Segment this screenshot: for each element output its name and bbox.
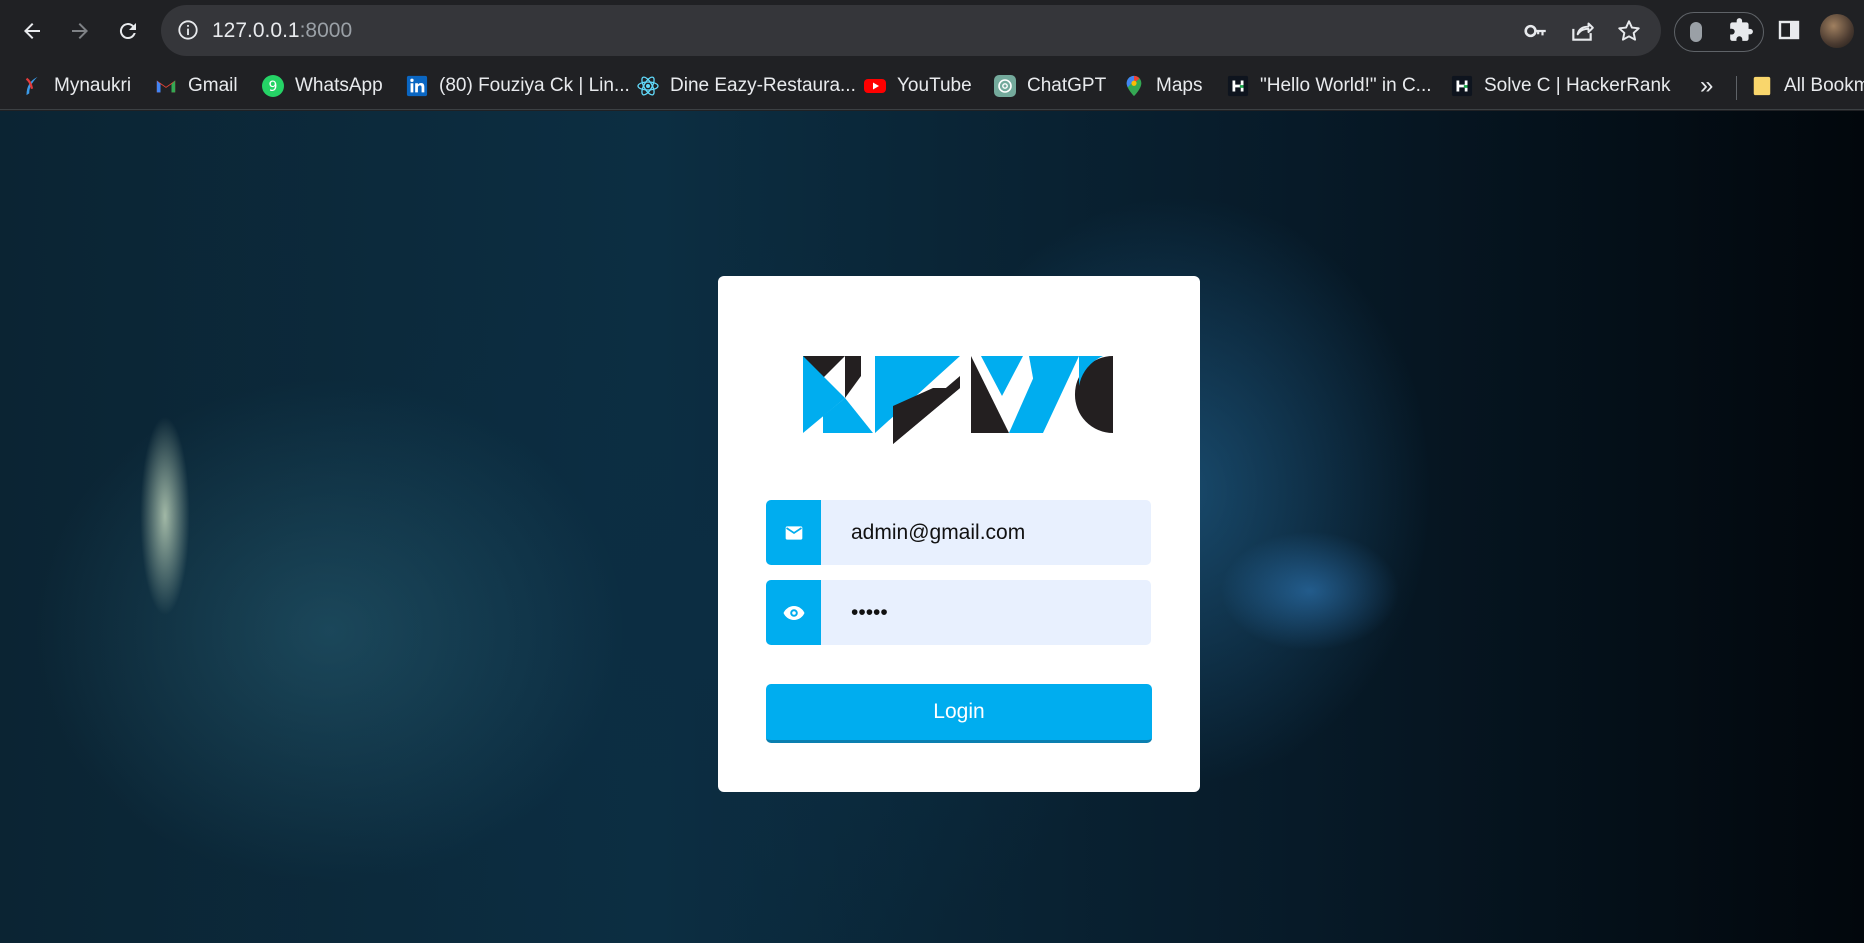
folder-icon: [1750, 74, 1774, 98]
bookmark-label: YouTube: [897, 75, 972, 96]
bookmark-label: Gmail: [188, 75, 238, 96]
share-icon[interactable]: [1569, 18, 1595, 44]
background-light: [1220, 531, 1400, 651]
bookmark-label: (80) Fouziya Ck | Lin...: [439, 75, 630, 96]
bookmark-maps[interactable]: Maps: [1122, 71, 1202, 101]
puzzle-icon: [1730, 18, 1753, 41]
linkedin-icon: [405, 74, 429, 98]
youtube-icon: [863, 74, 887, 98]
bookmark-gmail[interactable]: Gmail: [154, 71, 238, 101]
bookmark-label: Maps: [1156, 75, 1203, 96]
url-port: :8000: [299, 19, 353, 42]
bookmarks-bar: Mynaukri Gmail 9 WhatsApp (80) Fouziya C…: [0, 62, 1864, 110]
url-text: 127.0.0.1:8000: [212, 19, 352, 43]
password-input[interactable]: [851, 580, 1141, 645]
bookmark-label: Solve C | HackerRank: [1484, 75, 1671, 96]
profile-avatar[interactable]: [1820, 14, 1854, 48]
mynaukri-icon: [20, 74, 44, 98]
url-host: 127.0.0.1: [212, 19, 300, 42]
all-bookmarks-label: All Bookm: [1784, 75, 1864, 96]
bookmark-label: Mynaukri: [54, 75, 132, 96]
key-icon[interactable]: [1523, 18, 1549, 44]
bookmark-youtube[interactable]: YouTube: [863, 71, 972, 101]
back-button[interactable]: [12, 11, 52, 51]
side-panel-button[interactable]: [1774, 15, 1804, 45]
bookmark-mynaukri[interactable]: Mynaukri: [20, 71, 131, 101]
bookmark-label: WhatsApp: [295, 75, 383, 96]
extensions-button[interactable]: [1726, 15, 1756, 45]
brand-logo: [803, 356, 1113, 444]
side-panel-icon: [1778, 20, 1800, 40]
reload-icon: [119, 23, 136, 40]
email-input[interactable]: [851, 500, 1141, 565]
bookmarks-divider: [1736, 76, 1737, 100]
email-addon: [766, 500, 821, 565]
background-light: [140, 416, 190, 616]
bookmark-chatgpt[interactable]: ChatGPT: [993, 71, 1106, 101]
bookmark-label: Dine Eazy-Restaura...: [670, 75, 856, 96]
login-button[interactable]: Login: [766, 684, 1152, 743]
login-page: Login: [0, 111, 1864, 943]
bookmark-linkedin[interactable]: (80) Fouziya Ck | Lin...: [405, 71, 630, 101]
all-bookmarks-button[interactable]: All Bookm: [1750, 71, 1864, 101]
address-bar[interactable]: 127.0.0.1:8000: [161, 5, 1661, 56]
login-card: Login: [718, 276, 1200, 792]
bookmark-whatsapp[interactable]: 9 WhatsApp: [261, 71, 383, 101]
site-info-icon[interactable]: [177, 19, 199, 41]
chatgpt-icon: [993, 74, 1017, 98]
email-field: [766, 500, 1151, 565]
bookmark-dine-eazy[interactable]: Dine Eazy-Restaura...: [636, 71, 856, 101]
whatsapp-icon: 9: [261, 74, 285, 98]
bookmark-solve-c[interactable]: Solve C | HackerRank: [1450, 71, 1671, 101]
browser-toolbar: 127.0.0.1:8000: [0, 0, 1864, 62]
react-icon: [636, 74, 660, 98]
password-visibility-toggle[interactable]: [766, 580, 821, 645]
bookmark-label: ChatGPT: [1027, 75, 1107, 96]
password-field: [766, 580, 1151, 645]
forward-button[interactable]: [60, 11, 100, 51]
tab-search-icon: [1690, 22, 1702, 42]
hackerrank-icon: [1450, 74, 1474, 98]
back-arrow-icon: [24, 23, 40, 39]
eye-icon: [783, 605, 804, 620]
forward-arrow-icon: [72, 23, 88, 39]
bookmark-label: "Hello World!" in C...: [1260, 75, 1432, 96]
bookmarks-overflow-button[interactable]: »: [1700, 72, 1713, 100]
maps-icon: [1122, 74, 1146, 98]
bookmark-hello-world[interactable]: "Hello World!" in C...: [1226, 71, 1432, 101]
reload-button[interactable]: [108, 11, 148, 51]
gmail-icon: [154, 74, 178, 98]
bookmark-star-icon[interactable]: [1616, 18, 1642, 44]
hackerrank-icon: [1226, 74, 1250, 98]
svg-text:9: 9: [269, 79, 278, 95]
envelope-icon: [785, 525, 802, 540]
